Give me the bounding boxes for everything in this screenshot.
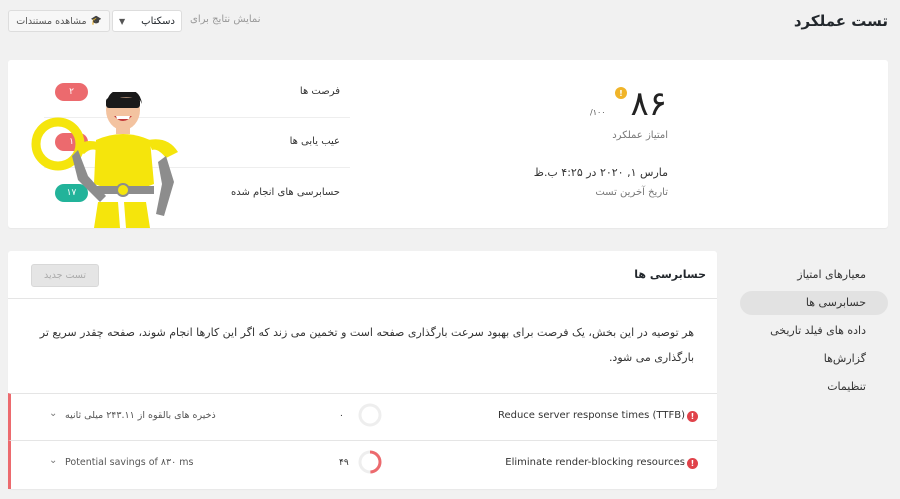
sidebar-item-settings[interactable]: تنظیمات: [827, 380, 866, 393]
audits-card-header: [8, 251, 717, 299]
audit-score-gauge: [358, 403, 382, 427]
audit-row-savings: ذخیره های بالقوه از ۲۴۳.۱۱ میلی ثانیه: [65, 410, 216, 421]
page-title: تست عملکرد: [793, 12, 888, 30]
audits-title: حسابرسی ها: [634, 268, 706, 281]
chevron-down-icon: ▼: [119, 16, 126, 26]
audit-row-score: ۰: [339, 411, 344, 421]
chevron-down-icon[interactable]: ⌄: [49, 408, 57, 419]
docs-button-label: مشاهده مستندات: [16, 15, 87, 27]
stat-label: فرصت ها: [299, 86, 340, 97]
device-select-value: دسکتاپ: [141, 15, 175, 27]
audit-row-score: ۴۹: [339, 458, 349, 468]
graduation-cap-icon: 🎓: [90, 16, 102, 26]
stat-label: عیب یابی ها: [289, 136, 340, 147]
view-results-label: نمایش نتایج برای: [190, 14, 261, 25]
sidebar-item-reports[interactable]: گزارش‌ها: [824, 352, 866, 365]
audit-score-gauge: [358, 450, 382, 474]
sidebar-item-score-metrics[interactable]: معیارهای امتیاز: [797, 268, 866, 281]
audit-row-title: Eliminate render-blocking resources: [505, 457, 685, 468]
audit-row-render-blocking[interactable]: ! Eliminate render-blocking resources ۴۹…: [8, 440, 717, 489]
audit-row-ttfb[interactable]: ! Reduce server response times (TTFB) ۰ …: [8, 393, 717, 440]
audit-row-savings: Potential savings of ۸۳۰ ms: [65, 457, 194, 468]
performance-score: ۸۶: [630, 84, 667, 124]
alert-icon: !: [687, 458, 698, 469]
score-max: /۱۰۰: [590, 108, 606, 117]
audits-description: هر توصیه در این بخش، یک فرصت برای بهبود …: [39, 326, 694, 364]
sidebar-item-field-data[interactable]: داده های فیلد تاریخی: [770, 324, 866, 337]
last-test-date: مارس ۱, ۲۰۲۰ در ۴:۲۵ ب.ظ: [533, 166, 668, 179]
stat-label: حسابرسی های انجام شده: [231, 187, 340, 198]
superhero-mascot-illustration: [31, 92, 178, 228]
score-label: امتیاز عملکرد: [612, 130, 668, 141]
device-select[interactable]: دسکتاپ ▼: [112, 10, 182, 32]
view-docs-button[interactable]: 🎓 مشاهده مستندات: [8, 10, 110, 32]
sidebar-item-audits[interactable]: حسابرسی ها: [806, 296, 866, 309]
last-test-date-label: تاریخ آخرین تست: [595, 187, 668, 198]
alert-icon: !: [687, 411, 698, 422]
score-warning-icon: !: [615, 87, 627, 99]
new-test-button[interactable]: تست جدید: [31, 264, 99, 287]
chevron-down-icon[interactable]: ⌄: [49, 455, 57, 466]
audit-row-title: Reduce server response times (TTFB): [497, 410, 685, 421]
